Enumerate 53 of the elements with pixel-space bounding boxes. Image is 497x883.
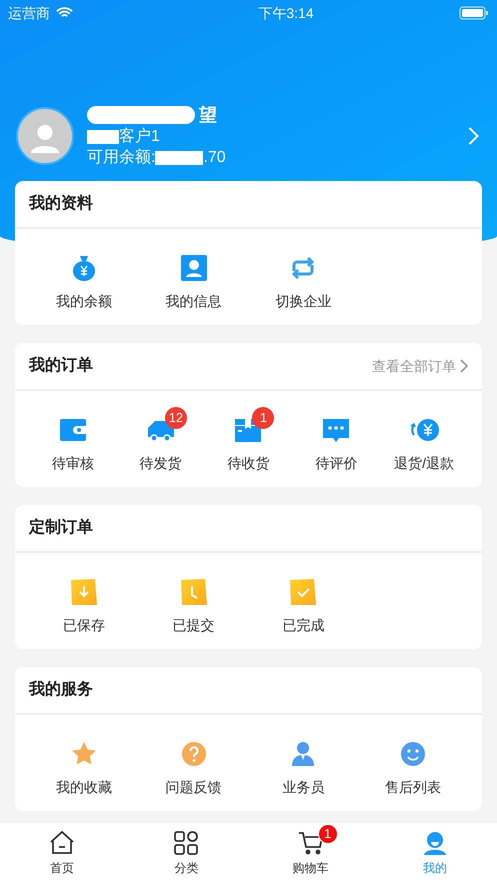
- battery-icon: [459, 6, 489, 20]
- person-icon: [290, 741, 316, 767]
- menu-item[interactable]: 切换企业: [248, 243, 358, 312]
- grid-icon: [173, 830, 200, 856]
- redaction-mark: [155, 151, 204, 165]
- menu-item[interactable]: 待评价: [292, 405, 380, 474]
- tab-item[interactable]: 首页: [0, 823, 124, 883]
- star-icon: [70, 741, 97, 767]
- tab-item[interactable]: 1 购物车: [248, 823, 373, 883]
- chevron-right-icon: [460, 359, 468, 373]
- menu-item[interactable]: 我的收藏: [29, 729, 139, 798]
- account-name: 客户1: [119, 126, 160, 147]
- user-avatar-icon: [422, 830, 448, 856]
- wifi-icon: [56, 7, 73, 19]
- menu-item[interactable]: 待审核: [29, 405, 117, 474]
- contact-card-icon: [180, 254, 208, 282]
- question-mark-icon: [180, 741, 207, 767]
- wallet-icon: [58, 416, 87, 444]
- tab-item[interactable]: 分类: [124, 823, 248, 883]
- section-title: 我的订单: [29, 356, 93, 376]
- cart-icon: [298, 830, 324, 856]
- menu-item[interactable]: 已提交: [138, 567, 248, 636]
- smiley-icon: [400, 741, 426, 767]
- menu-item[interactable]: 已完成: [248, 567, 358, 636]
- carrier-label: 运营商: [8, 4, 50, 22]
- count-badge: 12: [164, 407, 188, 429]
- redaction-mark: [87, 130, 119, 144]
- chevron-right-icon: [468, 127, 479, 145]
- menu-item[interactable]: 业务员: [248, 729, 358, 798]
- menu-item[interactable]: 退货/退款: [380, 405, 468, 474]
- parcel-box-icon: [234, 416, 262, 444]
- count-badge: 1: [318, 824, 338, 844]
- count-badge: 1: [252, 407, 274, 429]
- chat-bubble-icon: [322, 416, 350, 444]
- refund-coin-icon: [408, 416, 440, 444]
- checkmark-icon: [288, 577, 318, 607]
- balance-amount: .70: [203, 148, 226, 168]
- section-title: 我的服务: [29, 680, 93, 700]
- download-arrow-icon: [68, 577, 99, 607]
- section-title: 定制订单: [29, 517, 93, 538]
- menu-item[interactable]: 问题反馈: [138, 729, 248, 798]
- menu-item[interactable]: 我的余额: [29, 243, 139, 312]
- menu-item[interactable]: 12 待发货: [116, 405, 205, 474]
- menu-item[interactable]: 1 待收货: [204, 405, 292, 474]
- home-icon: [49, 830, 76, 856]
- clock-time: 下午3:14: [258, 4, 314, 22]
- balance-label: 可用余额:: [87, 148, 156, 168]
- user-name: 望: [199, 104, 217, 126]
- menu-item[interactable]: 售后列表: [358, 729, 468, 798]
- clock-icon: [178, 577, 209, 607]
- section-title: 我的资料: [29, 194, 93, 214]
- menu-item[interactable]: 已保存: [29, 567, 139, 636]
- menu-item[interactable]: 我的信息: [138, 243, 248, 312]
